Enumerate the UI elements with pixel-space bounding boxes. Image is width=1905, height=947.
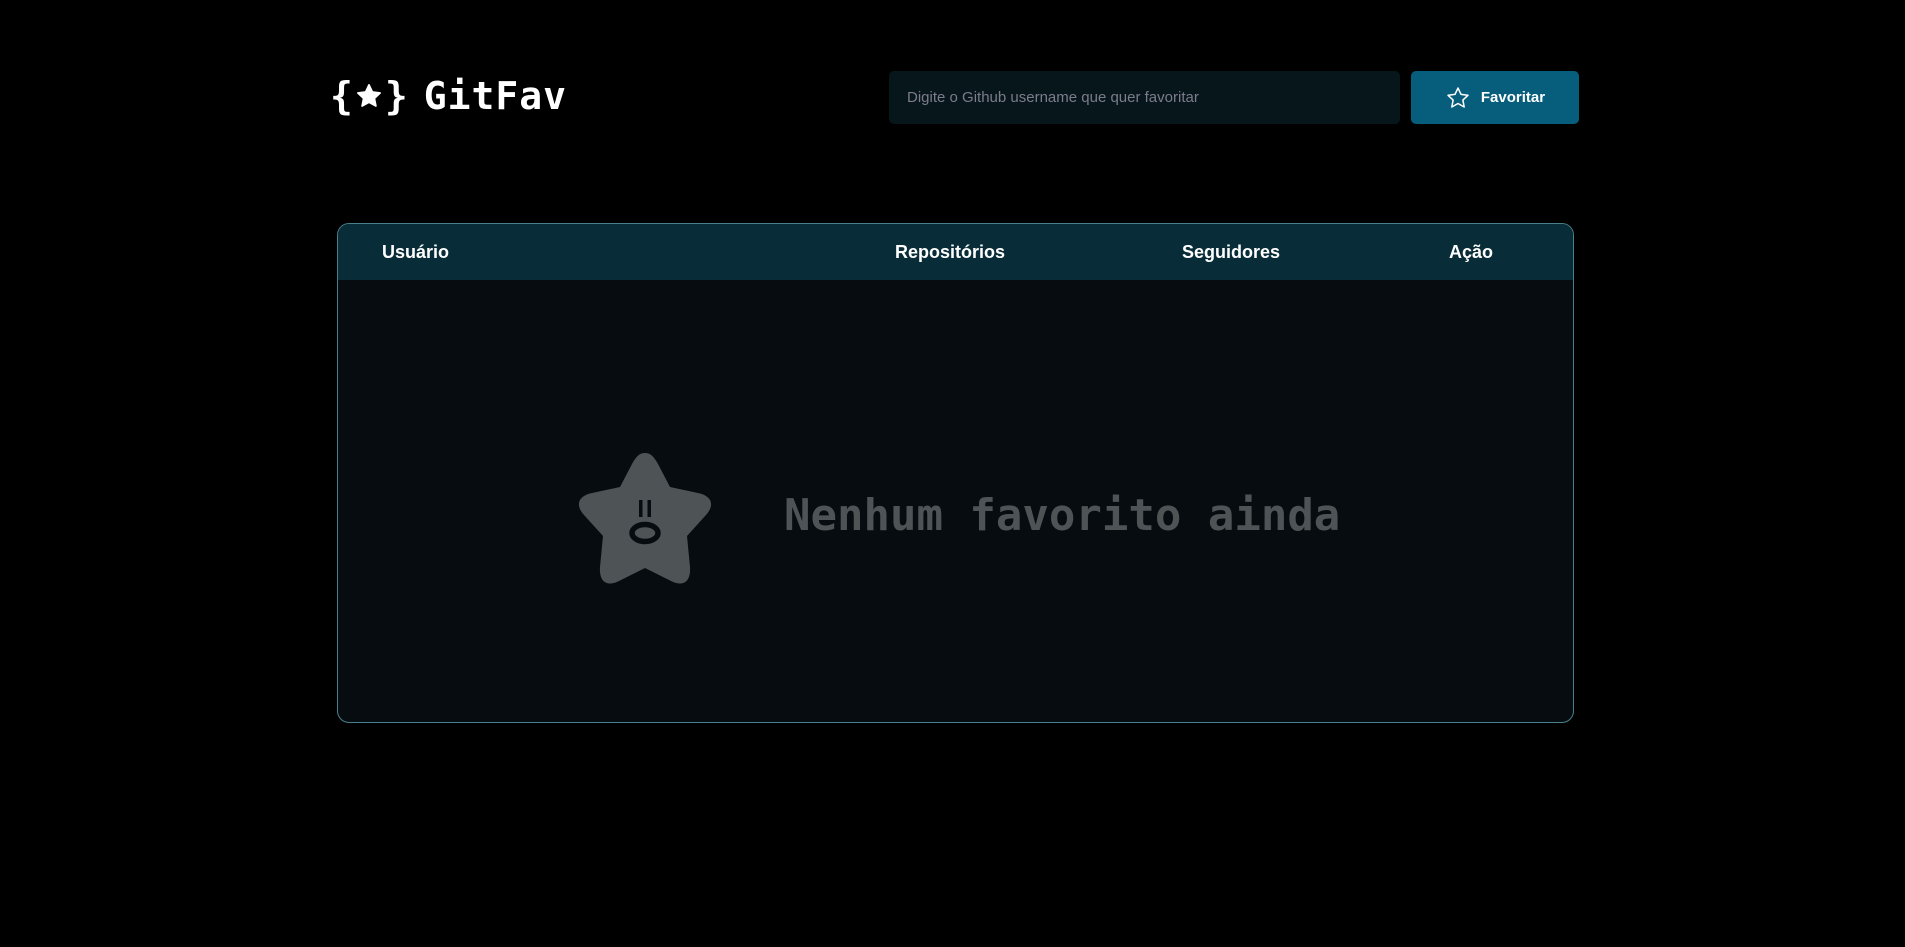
column-header-followers: Seguidores [1182, 242, 1281, 262]
favorite-button-label: Favoritar [1480, 89, 1546, 106]
header: { } GitFav Favoritar [330, 70, 1579, 126]
column-header-user: Usuário [382, 242, 450, 262]
empty-state-message: Nenhum favorito ainda [784, 490, 1341, 541]
sad-star-icon [578, 453, 712, 584]
search-input[interactable] [889, 71, 1400, 124]
brand-logo: { } [330, 77, 408, 115]
app-page: { } GitFav Favoritar Usuário Repositório… [0, 0, 1905, 947]
table-header: Usuário Repositórios Seguidores Ação [338, 224, 1573, 280]
star-icon [356, 84, 381, 107]
column-header-action: Ação [1449, 242, 1494, 262]
brand: { } GitFav [330, 74, 567, 118]
brand-name: GitFav [423, 74, 568, 118]
logo-left-brace: { [330, 74, 353, 118]
logo-right-brace: } [384, 74, 408, 118]
favorite-button[interactable]: Favoritar [1411, 71, 1579, 124]
empty-state: Nenhum favorito ainda [338, 280, 1573, 722]
favorites-table: Usuário Repositórios Seguidores Ação Nen… [337, 223, 1574, 723]
column-header-repositories: Repositórios [895, 242, 1006, 262]
star-outline-icon [1447, 86, 1469, 108]
